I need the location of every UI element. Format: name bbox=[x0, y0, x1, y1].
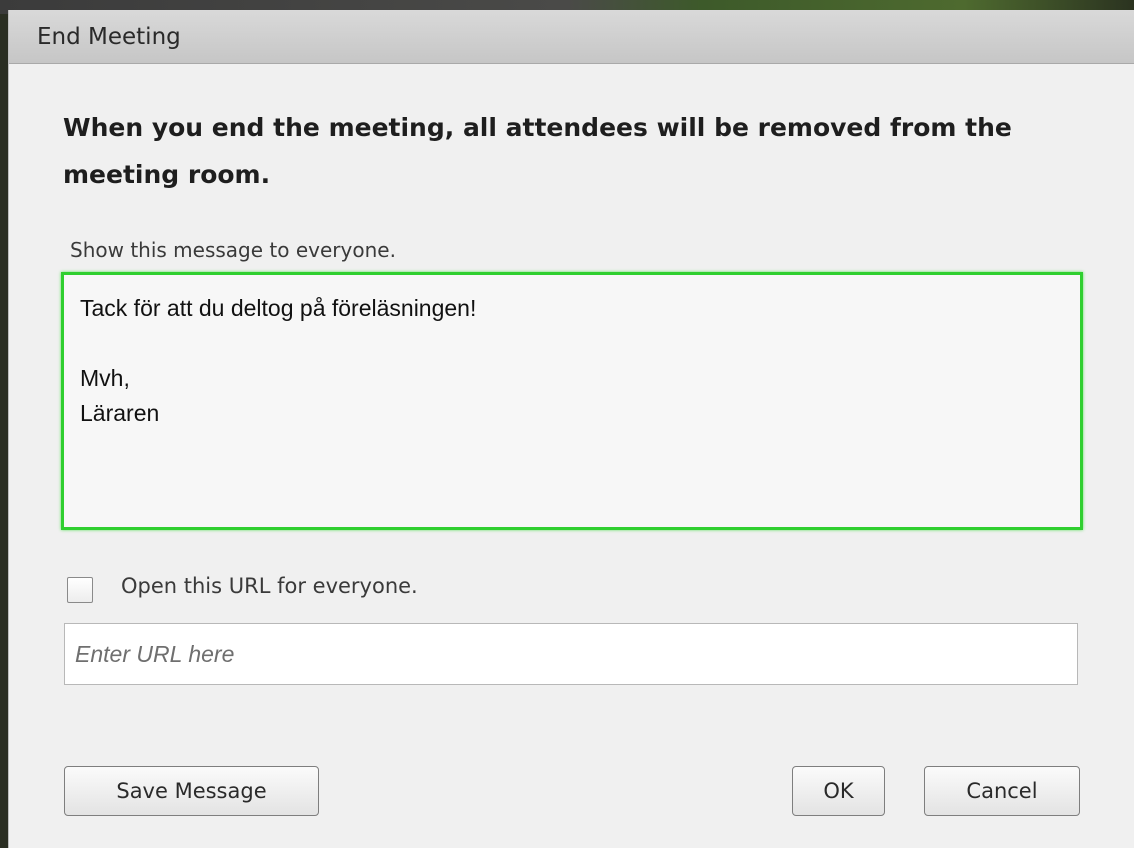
url-input[interactable] bbox=[64, 623, 1078, 685]
open-url-checkbox-label[interactable]: Open this URL for everyone. bbox=[121, 574, 418, 598]
message-textarea[interactable]: Tack för att du deltog på föreläsningen!… bbox=[61, 272, 1083, 530]
ok-button[interactable]: OK bbox=[792, 766, 885, 816]
open-url-checkbox[interactable] bbox=[67, 577, 93, 603]
save-message-button[interactable]: Save Message bbox=[64, 766, 319, 816]
cancel-button[interactable]: Cancel bbox=[924, 766, 1080, 816]
end-meeting-dialog: End Meeting When you end the meeting, al… bbox=[8, 10, 1134, 848]
dialog-titlebar[interactable]: End Meeting bbox=[9, 10, 1134, 64]
dialog-heading: When you end the meeting, all attendees … bbox=[63, 113, 1012, 189]
message-label: Show this message to everyone. bbox=[70, 238, 396, 262]
dialog-title: End Meeting bbox=[37, 24, 181, 50]
